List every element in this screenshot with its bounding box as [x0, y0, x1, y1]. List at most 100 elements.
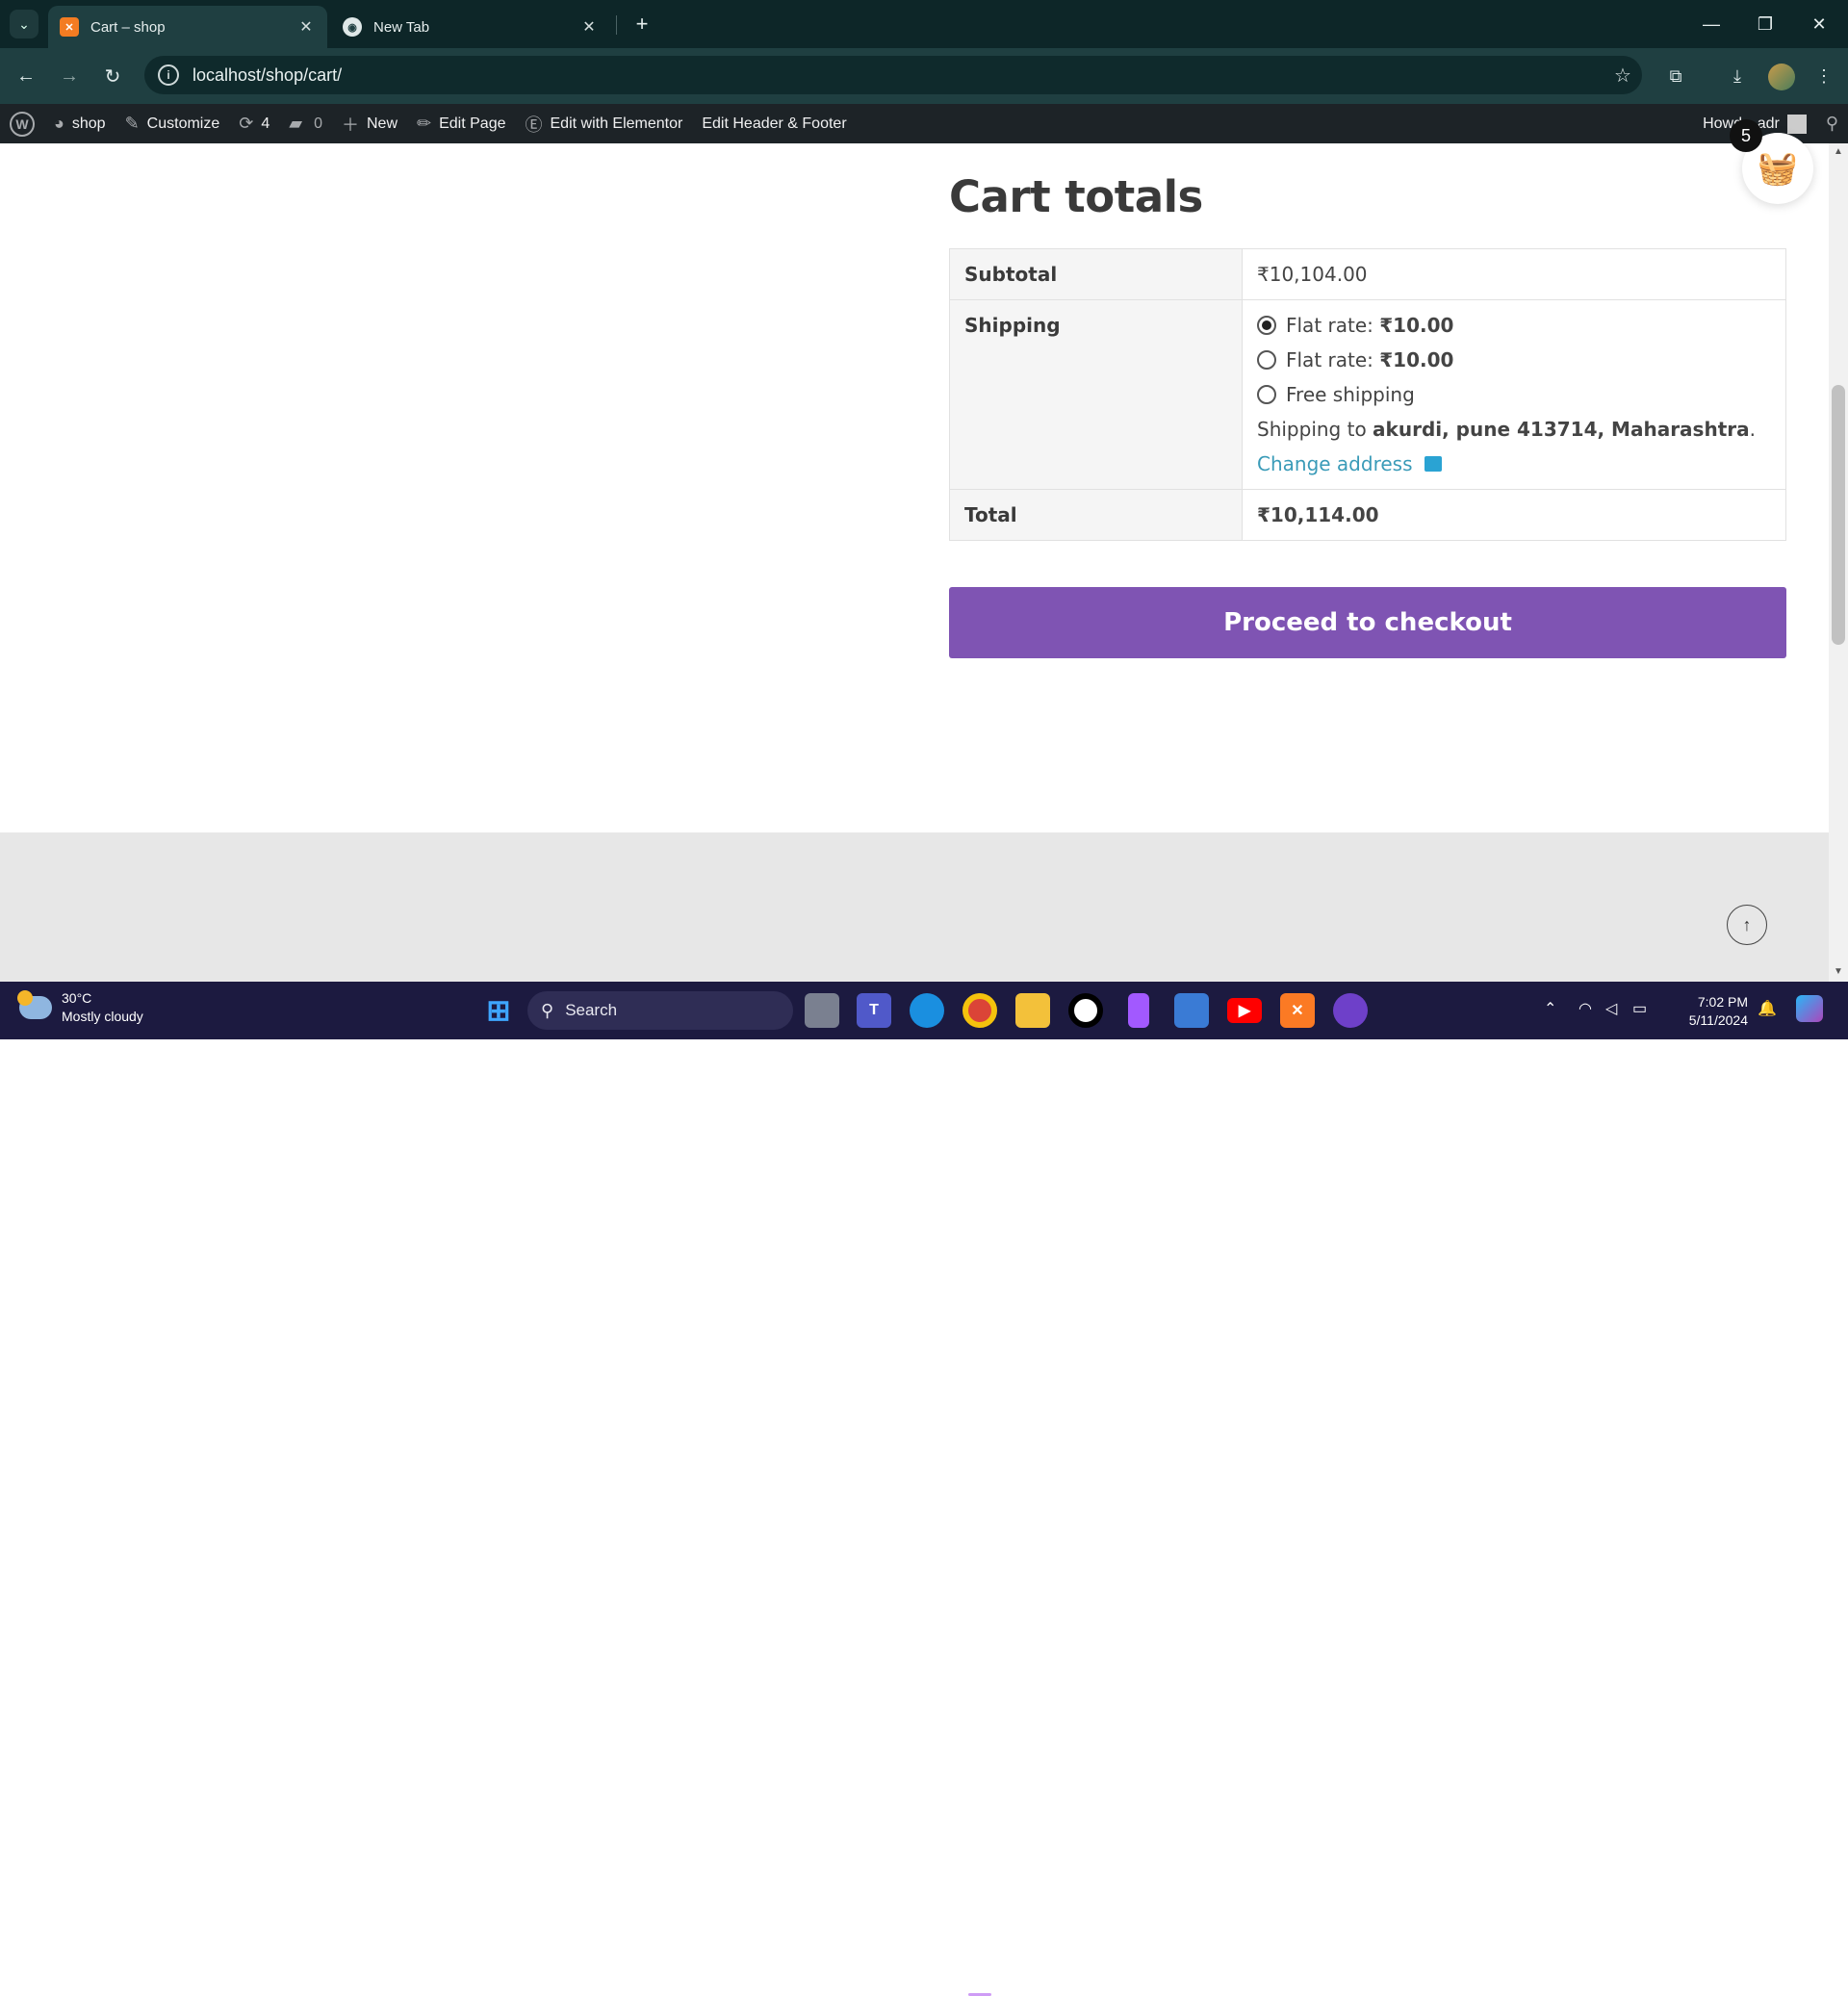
proceed-to-checkout-button[interactable]: Proceed to checkout [949, 587, 1786, 658]
puzzle-icon: ⧉ [1669, 65, 1682, 86]
tab-new-tab[interactable]: ◉ New Tab ✕ [331, 6, 610, 48]
shipping-to-suffix: . [1749, 418, 1756, 441]
copilot-icon[interactable] [1796, 995, 1823, 1022]
figma-icon[interactable] [1128, 993, 1149, 1028]
radio-button[interactable] [1257, 350, 1276, 370]
total-label: Total [949, 489, 1243, 541]
chrome-icon[interactable] [962, 993, 997, 1028]
customize-link[interactable]: ✎ Customize [116, 104, 230, 143]
change-address-label: Change address [1257, 452, 1413, 475]
shipping-label: Shipping [949, 299, 1243, 490]
updates-link[interactable]: ⟳ 4 [229, 104, 279, 143]
reload-button[interactable]: ↻ [96, 60, 129, 92]
download-icon: ⤓ [1733, 65, 1741, 86]
youtube-icon[interactable]: ▶ [1227, 998, 1262, 1023]
scrollbar-thumb[interactable] [1832, 385, 1845, 645]
basket-icon: 🧺 [1757, 150, 1799, 187]
close-icon: ✕ [1811, 13, 1827, 34]
arrow-right-icon: → [60, 64, 79, 87]
minimize-button[interactable]: — [1684, 0, 1738, 48]
chrome-icon: ◉ [343, 17, 362, 37]
change-address-link[interactable]: Change address [1257, 452, 1442, 475]
close-tab-icon[interactable]: ✕ [579, 17, 599, 37]
file-explorer-icon[interactable] [1015, 993, 1050, 1028]
shipping-address: akurdi, pune 413714, Maharashtra [1373, 418, 1750, 441]
url-text[interactable]: localhost/shop/cart/ [192, 65, 1604, 86]
browser-toolbar: ← → ↻ i localhost/shop/cart/ ☆ ⧉ ⤓ ⋮ [0, 48, 1848, 104]
scroll-down-arrow-icon[interactable]: ▼ [1831, 966, 1846, 980]
scroll-to-top-button[interactable]: ↑ [1727, 905, 1767, 945]
shipping-to-prefix: Shipping to [1257, 418, 1373, 441]
volume-icon[interactable]: ◁ [1605, 999, 1617, 1018]
new-label: New [367, 115, 398, 132]
close-window-button[interactable]: ✕ [1792, 0, 1846, 48]
option-price: ₹10.00 [1379, 314, 1454, 337]
brush-icon: ✎ [124, 114, 140, 133]
downloads-button[interactable]: ⤓ [1721, 60, 1754, 92]
tab-title: New Tab [373, 18, 430, 36]
cart-totals-table: Subtotal ₹10,104.00 Shipping Flat rate: … [949, 248, 1786, 541]
minimize-icon: — [1703, 13, 1720, 34]
plus-icon: ＋ [342, 115, 359, 135]
back-button[interactable]: ← [10, 60, 42, 92]
site-info-icon[interactable]: i [158, 64, 179, 86]
address-bar[interactable]: i localhost/shop/cart/ ☆ [144, 56, 1642, 94]
truck-icon [1424, 456, 1442, 472]
wp-admin-bar: W ◕ shop ✎ Customize ⟳ 4 ▰ 0 ＋ New ✏ Edi… [0, 104, 1848, 143]
microsoft-store-icon[interactable] [1174, 993, 1209, 1028]
windows-start-icon[interactable]: ⊞ [481, 993, 516, 1028]
shipping-option-free[interactable]: Free shipping [1257, 383, 1771, 406]
battery-icon[interactable]: ▭ [1632, 999, 1647, 1018]
scroll-up-arrow-icon[interactable]: ▲ [1831, 146, 1846, 160]
shipping-option-flat-rate-1[interactable]: Flat rate: ₹10.00 [1257, 314, 1771, 337]
search-icon: ⚲ [1825, 114, 1838, 133]
avatar [1786, 114, 1807, 134]
opera-icon[interactable] [1068, 993, 1103, 1028]
radio-button[interactable] [1257, 316, 1276, 335]
chevron-up-icon[interactable]: ⌃ [1544, 999, 1556, 1018]
xampp-icon[interactable]: ✕ [1280, 993, 1315, 1028]
bookmark-star-icon[interactable]: ☆ [1604, 64, 1642, 88]
comment-icon: ▰ [289, 114, 303, 133]
extensions-button[interactable]: ⧉ [1659, 60, 1692, 92]
chrome-menu-button[interactable]: ⋮ [1808, 60, 1840, 92]
shipping-destination: Shipping to akurdi, pune 413714, Maharas… [1257, 418, 1771, 441]
comments-count: 0 [314, 115, 322, 132]
tab-title: Cart – shop [90, 18, 166, 36]
search-label: Search [565, 1001, 618, 1019]
github-desktop-icon[interactable] [1333, 993, 1368, 1028]
wp-logo-menu[interactable]: W [0, 104, 44, 143]
forward-button[interactable]: → [53, 60, 86, 92]
subtotal-value: ₹10,104.00 [1242, 248, 1786, 300]
wifi-icon[interactable]: ◠ [1578, 999, 1592, 1018]
time: 7:02 PM [1697, 994, 1748, 1010]
edit-with-elementor-link[interactable]: Ⓔ Edit with Elementor [516, 104, 693, 143]
edit-page-link[interactable]: ✏ Edit Page [407, 104, 515, 143]
teams-icon[interactable]: T [857, 993, 891, 1028]
profile-avatar[interactable] [1768, 64, 1795, 90]
edge-icon[interactable] [910, 993, 944, 1028]
cloud-sun-icon [17, 990, 52, 1019]
weather-condition: Mostly cloudy [62, 1009, 143, 1024]
plus-icon: + [635, 12, 649, 36]
close-tab-icon[interactable]: ✕ [296, 17, 316, 37]
comments-link[interactable]: ▰ 0 [279, 104, 332, 143]
task-view-icon[interactable] [805, 993, 839, 1028]
tab-search-button[interactable]: ⌄ [10, 10, 38, 38]
restore-button[interactable]: ❐ [1738, 0, 1792, 48]
weather-widget[interactable]: 30°C Mostly cloudy [17, 989, 143, 1026]
header-footer-label: Edit Header & Footer [702, 115, 847, 132]
tab-cart-shop[interactable]: ✕ Cart – shop ✕ [48, 6, 327, 48]
site-name-menu[interactable]: ◕ shop [44, 104, 116, 143]
new-content-menu[interactable]: ＋ New [332, 104, 407, 143]
xampp-icon: ✕ [60, 17, 79, 37]
edit-header-footer-link[interactable]: Edit Header & Footer [692, 104, 856, 143]
taskbar-search[interactable]: ⚲ Search [527, 991, 793, 1030]
system-clock[interactable]: 7:02 PM 5/11/2024 [1675, 993, 1748, 1030]
radio-button[interactable] [1257, 385, 1276, 404]
new-tab-button[interactable]: + [628, 10, 656, 38]
shipping-option-flat-rate-2[interactable]: Flat rate: ₹10.00 [1257, 348, 1771, 371]
search-icon: ⚲ [541, 1000, 554, 1020]
notification-bell-icon[interactable]: 🔔 [1758, 999, 1777, 1018]
admin-search[interactable]: ⚲ [1816, 104, 1848, 143]
